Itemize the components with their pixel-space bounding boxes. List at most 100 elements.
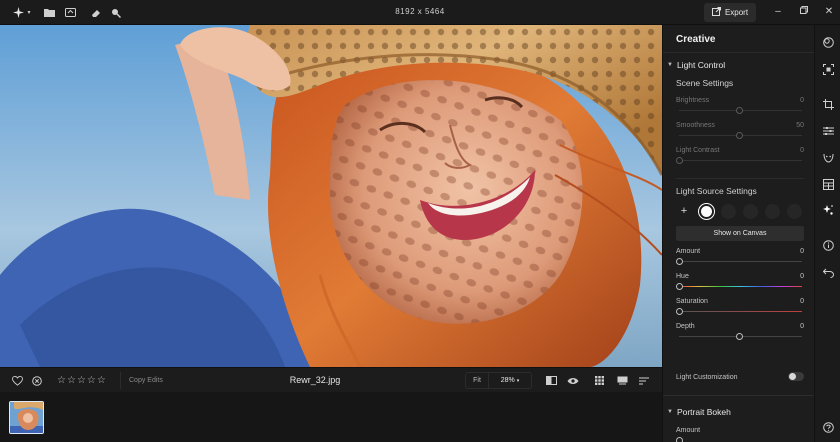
photo-image [0, 25, 662, 367]
zoom-value: 28% [500, 377, 515, 384]
bokeh-amount-slider[interactable]: Amount [676, 427, 804, 442]
depth-slider[interactable]: Depth 0 [676, 323, 804, 349]
section-divider [676, 178, 804, 179]
light-customization-toggle[interactable] [788, 372, 804, 381]
toggle-knob [789, 373, 796, 380]
help-icon[interactable] [815, 419, 840, 435]
light-source-swatch-selected[interactable] [699, 203, 714, 219]
slider-track[interactable] [679, 261, 802, 262]
sort-icon[interactable] [639, 374, 649, 387]
slider-knob[interactable] [676, 308, 683, 315]
slider-label: Light Contrast [676, 147, 720, 154]
zoom-fit-button[interactable]: Fit [466, 373, 489, 388]
restore-icon[interactable] [797, 6, 811, 17]
portrait-bokeh-header[interactable]: ▼ Portrait Bokeh [667, 407, 731, 417]
face-icon[interactable] [815, 149, 840, 165]
slider-knob[interactable] [676, 157, 683, 164]
info-icon[interactable] [815, 237, 840, 253]
export-label: Export [724, 8, 749, 17]
close-icon[interactable]: ✕ [822, 6, 836, 17]
light-source-swatches: + [676, 203, 804, 219]
slider-knob[interactable] [676, 437, 683, 442]
light-source-swatch[interactable] [787, 203, 802, 219]
slider-knob[interactable] [736, 132, 743, 139]
light-control-title: Light Control [676, 60, 726, 70]
smoothness-slider[interactable]: Smoothness 50 [676, 122, 804, 148]
light-source-swatch[interactable] [743, 203, 758, 219]
file-name: Rewr_32.jpg [289, 375, 341, 385]
eraser-icon[interactable] [89, 5, 103, 20]
slider-value[interactable]: 50 [796, 122, 804, 129]
slider-label: Saturation [676, 298, 708, 305]
slider-label: Hue [676, 273, 689, 280]
slider-knob[interactable] [676, 258, 683, 265]
export-icon [711, 7, 721, 18]
light-source-swatch[interactable] [721, 203, 736, 219]
minimize-icon[interactable]: – [771, 6, 785, 17]
adjustments-panel: Creative ▼ Light Control Scene Settings … [662, 25, 814, 442]
zoom-dropdown[interactable]: 28% ▾ [489, 377, 531, 384]
light-source-settings-title: Light Source Settings [676, 186, 757, 196]
layers-icon[interactable] [815, 34, 840, 50]
light-customization-row: Light Customization [676, 371, 804, 383]
light-control-header[interactable]: ▼ Light Control [667, 60, 725, 70]
slider-knob[interactable] [676, 283, 683, 290]
app-window: ▾ 8192 x 5464 Export – ✕ ☆ ☆ ☆ ☆ ☆ Copy … [0, 0, 840, 442]
panel-title: Creative [676, 34, 716, 45]
slider-knob[interactable] [736, 333, 743, 340]
slider-label: Brightness [676, 97, 710, 104]
zoom-control[interactable]: Fit 28% ▾ [465, 372, 532, 389]
slider-value[interactable]: 0 [800, 298, 804, 305]
slider-label: Depth [676, 323, 695, 330]
creative-sparkle-icon[interactable] [815, 202, 840, 218]
slider-value[interactable]: 0 [800, 248, 804, 255]
scene-settings-title: Scene Settings [676, 78, 734, 88]
grid-view-icon[interactable] [595, 374, 604, 387]
show-on-canvas-button[interactable]: Show on Canvas [676, 226, 804, 241]
crop-icon[interactable] [815, 96, 840, 112]
filmstrip [0, 392, 662, 442]
slider-value[interactable]: 0 [800, 97, 804, 104]
hue-gradient-track[interactable] [679, 286, 802, 287]
bottom-toolbar: ☆ ☆ ☆ ☆ ☆ Copy Edits Rewr_32.jpg Fit 28%… [0, 367, 662, 392]
undo-icon[interactable] [815, 265, 840, 281]
tool-rail [814, 25, 840, 442]
single-view-icon[interactable] [617, 374, 628, 387]
import-icon[interactable] [63, 5, 77, 20]
search-icon[interactable] [109, 5, 123, 20]
light-contrast-slider[interactable]: Light Contrast 0 [676, 147, 804, 173]
slider-label: Smoothness [676, 122, 715, 129]
slider-value[interactable]: 0 [800, 147, 804, 154]
select-icon[interactable] [815, 61, 840, 77]
slider-track[interactable] [679, 160, 802, 161]
saturation-gradient-track[interactable] [679, 311, 802, 312]
slider-value[interactable]: 0 [800, 323, 804, 330]
brightness-slider[interactable]: Brightness 0 [676, 97, 804, 123]
chevron-down-icon: ▾ [516, 378, 520, 384]
collapse-triangle-icon: ▼ [667, 409, 673, 415]
compare-icon[interactable] [546, 374, 557, 387]
slider-label: Amount [676, 427, 701, 434]
folder-icon[interactable] [42, 5, 56, 20]
logo-star-icon[interactable] [11, 5, 25, 20]
section-divider [663, 395, 814, 396]
sliders-icon[interactable] [815, 123, 840, 139]
slider-label: Amount [676, 248, 701, 255]
presets-icon[interactable] [815, 176, 840, 192]
amount-slider[interactable]: Amount 0 [676, 248, 804, 274]
portrait-bokeh-title: Portrait Bokeh [676, 407, 731, 417]
eye-icon[interactable] [567, 374, 579, 387]
saturation-slider[interactable]: Saturation 0 [676, 298, 804, 324]
slider-knob[interactable] [736, 107, 743, 114]
top-bar: ▾ 8192 x 5464 Export – ✕ [0, 0, 840, 25]
filmstrip-thumbnail[interactable] [9, 401, 44, 434]
export-button[interactable]: Export [704, 3, 756, 22]
add-light-source-button[interactable]: + [676, 203, 692, 219]
light-source-swatch[interactable] [765, 203, 780, 219]
hue-slider[interactable]: Hue 0 [676, 273, 804, 299]
thumbnail-image [10, 402, 43, 433]
collapse-triangle-icon: ▼ [667, 62, 673, 68]
photo-canvas[interactable] [0, 25, 662, 367]
slider-value[interactable]: 0 [800, 273, 804, 280]
chevron-down-icon[interactable]: ▾ [25, 5, 33, 20]
